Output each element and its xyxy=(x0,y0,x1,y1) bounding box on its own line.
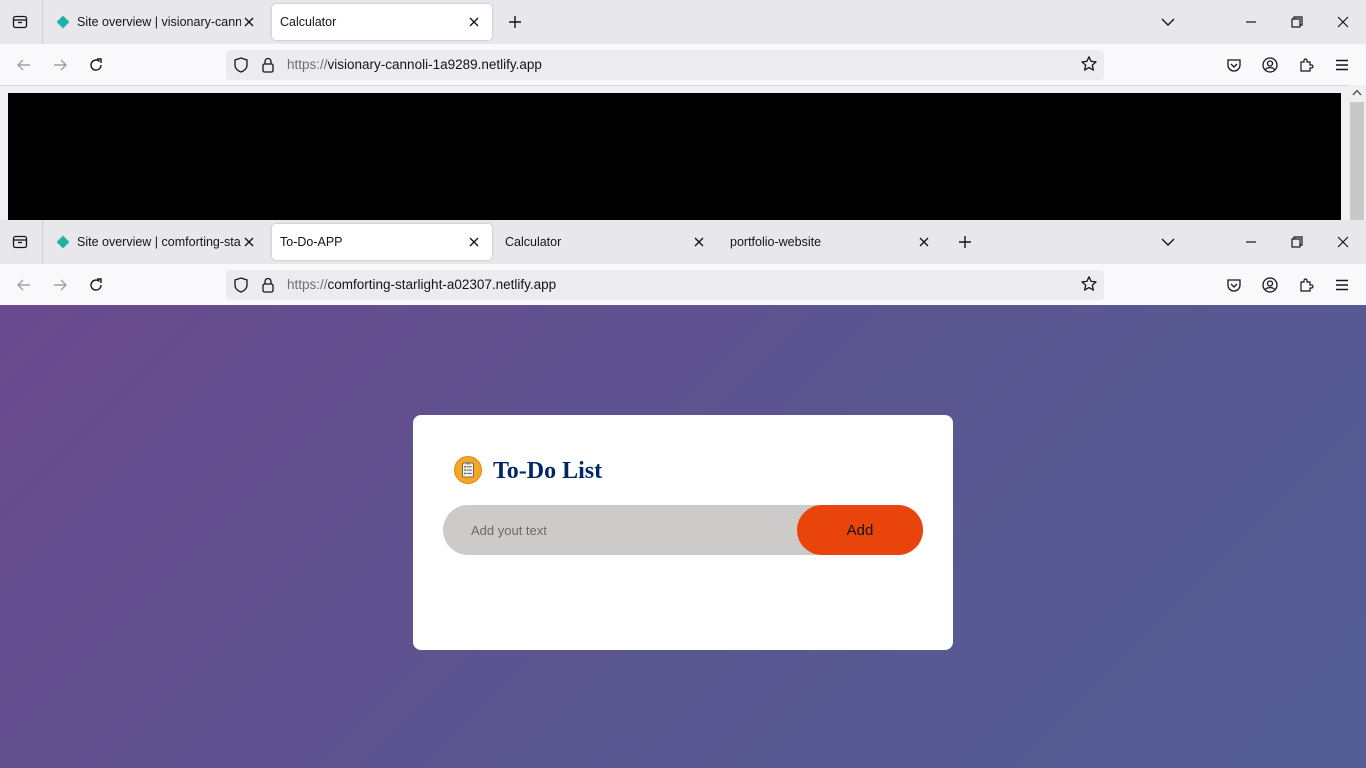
clipboard-icon xyxy=(454,456,482,484)
close-tab-icon[interactable] xyxy=(241,234,257,250)
close-window-button[interactable] xyxy=(1331,231,1355,253)
pocket-button[interactable] xyxy=(1222,274,1246,296)
firefox-view-button[interactable] xyxy=(8,231,32,253)
bookmark-star-icon[interactable] xyxy=(1080,55,1098,73)
tab-site-overview[interactable]: Site overview | comforting-starlight xyxy=(47,224,267,260)
restore-button[interactable] xyxy=(1285,11,1309,33)
new-tab-button[interactable] xyxy=(503,11,527,33)
lock-icon[interactable] xyxy=(260,276,276,294)
tab-title: Calculator xyxy=(280,15,337,29)
calculator-page-content xyxy=(8,93,1341,220)
extensions-button[interactable] xyxy=(1294,54,1318,76)
pocket-icon xyxy=(1227,59,1241,72)
extensions-button[interactable] xyxy=(1294,274,1318,296)
account-button[interactable] xyxy=(1258,54,1282,76)
arrow-left-icon xyxy=(17,279,30,291)
puzzle-icon xyxy=(1300,58,1314,72)
back-button[interactable] xyxy=(12,274,36,296)
chevron-down-icon xyxy=(1161,18,1175,26)
tab-calculator[interactable]: Calculator xyxy=(272,4,492,40)
minimize-button[interactable] xyxy=(1239,231,1263,253)
reload-icon xyxy=(90,58,102,71)
tab-portfolio-website[interactable]: portfolio-website xyxy=(722,224,942,260)
netlify-diamond-icon xyxy=(55,14,71,30)
tab-title: Site overview | visionary-cannoli xyxy=(77,15,241,29)
tab-title: Site overview | comforting-starlight xyxy=(77,235,241,249)
url-text: https://visionary-cannoli-1a9289.netlify… xyxy=(287,57,542,72)
divider xyxy=(42,220,43,264)
forward-button[interactable] xyxy=(48,54,72,76)
hamburger-menu-icon xyxy=(1336,59,1348,71)
tab-bar-window-1: Site overview | visionary-cannoli Calcul… xyxy=(0,0,1366,44)
nav-bar-window-2: https://comforting-starlight-a02307.netl… xyxy=(0,264,1366,306)
account-icon xyxy=(1262,277,1278,293)
todo-input-row: Add xyxy=(443,505,923,555)
back-button[interactable] xyxy=(12,54,36,76)
account-button[interactable] xyxy=(1258,274,1282,296)
pocket-icon xyxy=(1227,279,1241,292)
address-bar[interactable]: https://visionary-cannoli-1a9289.netlify… xyxy=(226,50,1104,80)
tab-site-overview[interactable]: Site overview | visionary-cannoli xyxy=(47,4,267,40)
close-window-button[interactable] xyxy=(1331,11,1355,33)
puzzle-icon xyxy=(1300,278,1314,292)
tab-title: To-Do-APP xyxy=(280,235,343,249)
list-all-tabs-button[interactable] xyxy=(1156,11,1180,33)
close-icon xyxy=(1337,16,1349,28)
page-title: To-Do List xyxy=(493,458,603,484)
close-tab-icon[interactable] xyxy=(916,234,932,250)
menu-button[interactable] xyxy=(1330,54,1354,76)
menu-button[interactable] xyxy=(1330,274,1354,296)
add-button[interactable]: Add xyxy=(797,505,923,555)
account-icon xyxy=(1262,57,1278,73)
reload-icon xyxy=(90,278,102,291)
lock-icon[interactable] xyxy=(260,56,276,74)
close-tab-icon[interactable] xyxy=(691,234,707,250)
arrow-right-icon xyxy=(54,279,67,291)
address-bar[interactable]: https://comforting-starlight-a02307.netl… xyxy=(226,270,1104,300)
minimize-button[interactable] xyxy=(1239,11,1263,33)
arrow-left-icon xyxy=(17,59,30,71)
restore-icon xyxy=(1291,236,1303,248)
reload-button[interactable] xyxy=(84,54,108,76)
tab-title: Calculator xyxy=(505,235,562,249)
todo-card: To-Do List Add xyxy=(413,415,953,650)
reload-button[interactable] xyxy=(84,274,108,296)
minimize-icon xyxy=(1246,21,1256,23)
bookmark-star-icon[interactable] xyxy=(1080,275,1098,293)
nav-bar-window-1: https://visionary-cannoli-1a9289.netlify… xyxy=(0,44,1366,86)
close-tab-icon[interactable] xyxy=(466,234,482,250)
shield-icon[interactable] xyxy=(232,276,250,294)
shield-icon[interactable] xyxy=(232,56,250,74)
pocket-button[interactable] xyxy=(1222,54,1246,76)
tab-to-do-app[interactable]: To-Do-APP xyxy=(272,224,492,260)
new-tab-button[interactable] xyxy=(953,231,977,253)
hamburger-menu-icon xyxy=(1336,279,1348,291)
chevron-down-icon xyxy=(1161,238,1175,246)
forward-button[interactable] xyxy=(48,274,72,296)
list-all-tabs-button[interactable] xyxy=(1156,231,1180,253)
close-tab-icon[interactable] xyxy=(466,14,482,30)
tab-bar-window-2: Site overview | comforting-starlight To-… xyxy=(0,220,1366,264)
url-text: https://comforting-starlight-a02307.netl… xyxy=(287,277,557,292)
tab-calculator[interactable]: Calculator xyxy=(497,224,717,260)
scroll-up-arrow-icon[interactable] xyxy=(1351,87,1363,97)
netlify-diamond-icon xyxy=(55,234,71,250)
plus-icon xyxy=(509,16,521,28)
scrollbar-thumb[interactable] xyxy=(1350,102,1364,220)
tab-list-icon xyxy=(12,235,28,249)
tab-title: portfolio-website xyxy=(730,235,822,249)
plus-icon xyxy=(959,236,971,248)
tab-list-icon xyxy=(12,15,28,29)
todo-text-input[interactable] xyxy=(471,505,791,555)
todo-app-background: To-Do List Add xyxy=(0,305,1366,768)
arrow-right-icon xyxy=(54,59,67,71)
close-tab-icon[interactable] xyxy=(241,14,257,30)
divider xyxy=(42,0,43,44)
restore-icon xyxy=(1291,16,1303,28)
close-icon xyxy=(1337,236,1349,248)
minimize-icon xyxy=(1246,241,1256,243)
firefox-view-button[interactable] xyxy=(8,11,32,33)
restore-button[interactable] xyxy=(1285,231,1309,253)
